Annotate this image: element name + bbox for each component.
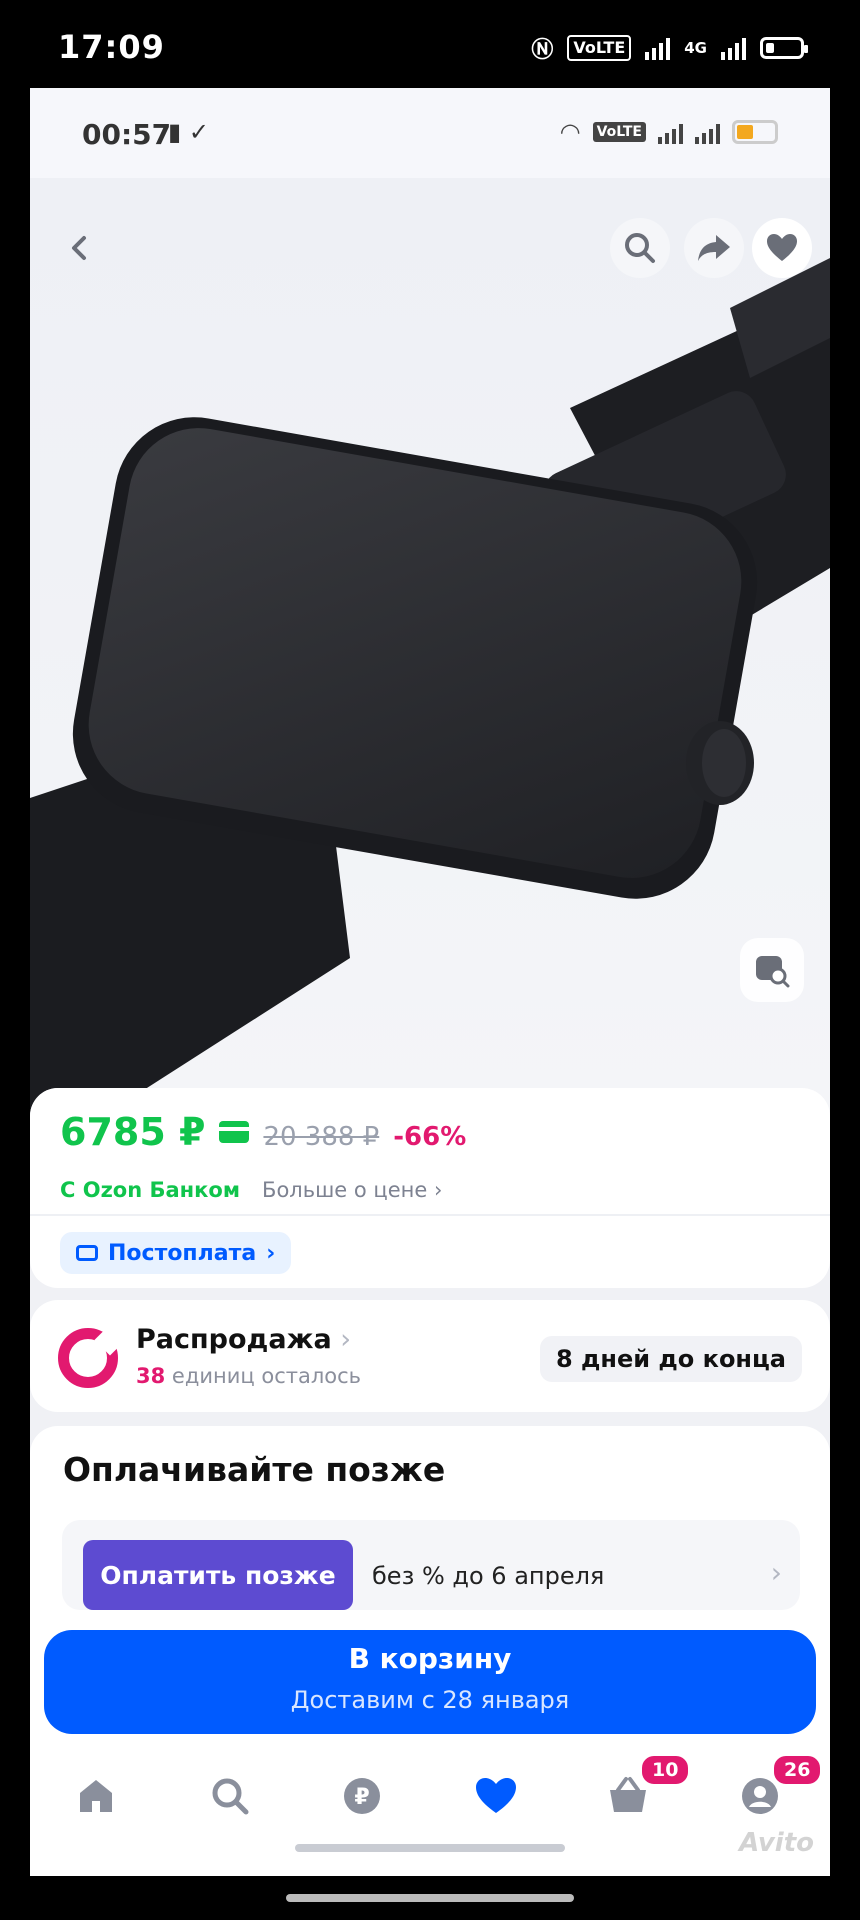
image-search-icon [756, 956, 790, 988]
volte-icon: VoLTE [567, 35, 632, 61]
svg-text:₽: ₽ [354, 1785, 369, 1810]
sale-remaining: 38 единиц осталось [136, 1364, 361, 1388]
chevron-right-icon: › [331, 1324, 352, 1355]
bank-label: С Ozon Банком [60, 1178, 241, 1202]
divider [30, 1214, 830, 1216]
sale-card[interactable]: Распродажа › 38 единиц осталось 8 дней д… [30, 1300, 830, 1412]
back-button[interactable] [50, 218, 110, 278]
delivery-date: Доставим с 28 января [290, 1686, 570, 1714]
postpay-button[interactable]: Постоплата › [60, 1232, 292, 1274]
price-old: 20 388 ₽ [263, 1122, 380, 1152]
profile-count-badge: 26 [772, 1754, 823, 1786]
inner-status-icons: ◠ VoLTE [560, 118, 778, 146]
sale-title-label: Распродажа [136, 1324, 332, 1355]
price-details-label: Больше о цене [262, 1178, 428, 1202]
signal-icon-2 [721, 36, 746, 60]
battery-icon [760, 37, 808, 59]
bank-row: С Ozon Банком Больше о цене › [60, 1178, 442, 1202]
nav-favorites[interactable] [466, 1766, 526, 1826]
inner-volte-icon: VoLTE [592, 122, 646, 142]
price-discount: -66% [393, 1122, 467, 1152]
inner-signal-icon [658, 120, 683, 144]
signal-icon [645, 36, 671, 60]
inner-battery-icon [732, 120, 778, 144]
nav-finance[interactable]: ₽ [332, 1766, 392, 1826]
profile-icon [742, 1778, 778, 1814]
sale-logo-icon [58, 1328, 118, 1388]
avito-watermark: Avito [739, 1828, 814, 1858]
sale-remaining-label: единиц осталось [165, 1364, 362, 1388]
ruble-icon: ₽ [344, 1778, 380, 1814]
chevron-right-icon: › [770, 1556, 782, 1589]
smartwatch-image [30, 178, 830, 1118]
add-to-cart-label: В корзину [348, 1642, 512, 1675]
outer-status-icons: Ⓝ VoLTE 4G [531, 32, 808, 64]
pay-later-title: Оплачивайте позже [63, 1450, 446, 1489]
chevron-left-icon [72, 236, 86, 260]
app-screen: 00:57 ▮ ✓ ◠ VoLTE 6785 ₽ 20 388 ₽ -66% С… [30, 88, 830, 1876]
heart-icon [476, 1778, 516, 1813]
search-icon [625, 233, 655, 263]
price-row: 6785 ₽ 20 388 ₽ -66% [60, 1110, 466, 1154]
bottom-nav: ₽ 10 26 [30, 1748, 830, 1876]
home-indicator[interactable] [295, 1844, 565, 1852]
product-image[interactable] [30, 178, 830, 1118]
inner-status-icons-left: ▮ ✓ [168, 118, 209, 146]
nfc-icon: Ⓝ [531, 38, 554, 63]
share-button[interactable] [684, 218, 744, 278]
price-details-link[interactable]: Больше о цене › [262, 1178, 442, 1202]
image-search-button[interactable] [740, 938, 804, 1002]
pay-later-row[interactable]: Оплатить позже без % до 6 апреля › [62, 1520, 800, 1610]
pay-later-terms: без % до 6 апреля [372, 1562, 605, 1590]
ozon-card-icon [219, 1121, 250, 1143]
outer-status-time: 17:09 [58, 28, 165, 66]
sale-count: 38 [136, 1364, 166, 1388]
postpay-label: Постоплата [108, 1240, 257, 1266]
add-to-cart-button[interactable]: В корзину Доставим с 28 января [44, 1630, 816, 1734]
inner-status-bar: 00:57 ▮ ✓ ◠ VoLTE [30, 88, 830, 178]
favorite-button[interactable] [752, 218, 812, 278]
price-card: 6785 ₽ 20 388 ₽ -66% С Ozon Банком Больш… [30, 1088, 830, 1288]
nav-search[interactable] [200, 1766, 260, 1826]
network-type-label: 4G [684, 39, 707, 57]
outer-status-bar: 17:09 Ⓝ VoLTE 4G [0, 0, 860, 88]
chevron-right-icon: › [433, 1178, 443, 1202]
inner-status-time: 00:57 [82, 118, 172, 151]
nav-home[interactable] [66, 1766, 126, 1826]
share-icon [698, 235, 730, 261]
sale-title: Распродажа › [136, 1324, 351, 1355]
cart-count-badge: 10 [640, 1754, 691, 1786]
pay-later-button[interactable]: Оплатить позже [83, 1540, 353, 1610]
search-icon [212, 1778, 249, 1815]
wallet-icon [76, 1245, 98, 1261]
outer-home-indicator[interactable] [286, 1894, 574, 1902]
wifi-icon: ◠ [559, 118, 581, 146]
chevron-right-icon: › [266, 1240, 276, 1266]
home-icon [80, 1780, 112, 1812]
search-button[interactable] [610, 218, 670, 278]
heart-icon [767, 234, 797, 261]
inner-signal-icon-2 [695, 120, 720, 144]
sale-timer-badge: 8 дней до конца [539, 1336, 802, 1382]
price-current: 6785 ₽ [60, 1110, 206, 1154]
